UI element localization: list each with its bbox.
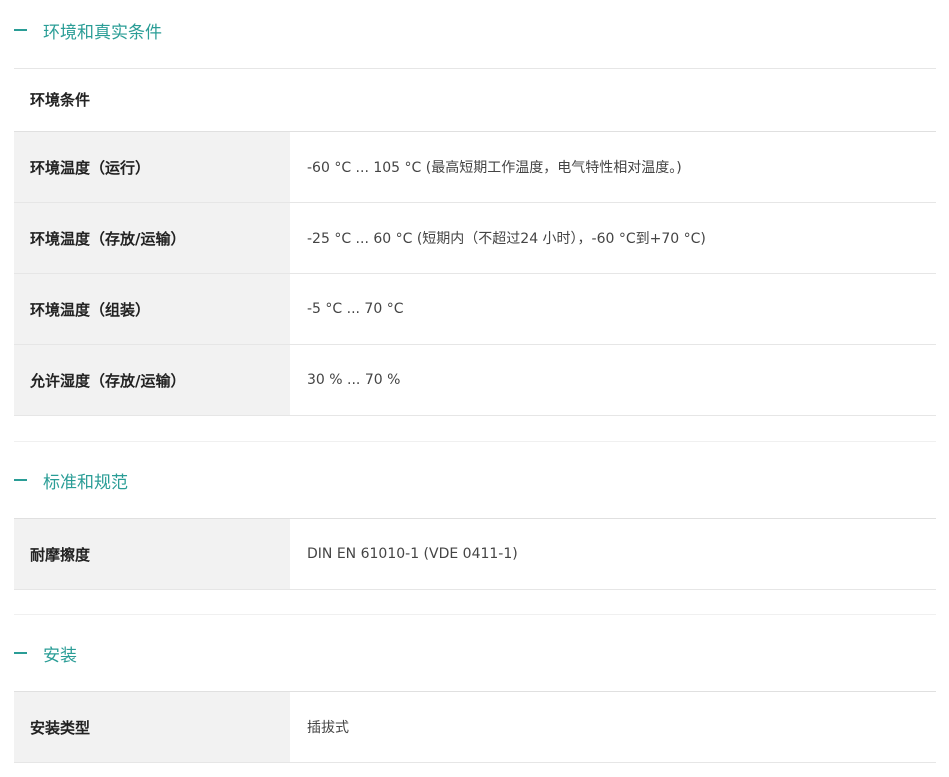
group-title-environment-conditions: 环境条件 [14, 68, 936, 130]
row-label: 环境温度（组装） [14, 274, 290, 344]
section-divider [14, 614, 936, 615]
row-value: -25 °C ... 60 °C (短期内（不超过24 小时），-60 °C到+… [307, 231, 706, 247]
row-label: 环境温度（运行） [14, 132, 290, 202]
table-row: 允许湿度（存放/运输） 30 % ... 70 % [14, 345, 936, 416]
section-title: 安装 [43, 645, 77, 666]
collapse-minus-icon[interactable] [14, 29, 27, 31]
collapse-minus-icon[interactable] [14, 479, 27, 481]
table-row: 耐摩擦度 DIN EN 61010-1 (VDE 0411-1) [14, 519, 936, 590]
row-value: 插拔式 [307, 720, 349, 736]
table-row: 环境温度（运行） -60 °C ... 105 °C (最高短期工作温度，电气特… [14, 132, 936, 203]
spec-table-installation: 安装类型 插拔式 [14, 691, 936, 763]
section-title: 环境和真实条件 [43, 22, 162, 43]
row-label: 安装类型 [14, 692, 290, 762]
row-value: DIN EN 61010-1 (VDE 0411-1) [307, 546, 518, 562]
collapse-minus-icon[interactable] [14, 652, 27, 654]
section-header-installation[interactable]: 安装 [14, 638, 936, 668]
row-value: 30 % ... 70 % [307, 372, 401, 388]
section-title: 标准和规范 [43, 472, 128, 493]
group-title-label: 环境条件 [30, 91, 91, 109]
table-row: 环境温度（组装） -5 °C ... 70 °C [14, 274, 936, 345]
row-value: -5 °C ... 70 °C [307, 301, 404, 317]
spec-table-standards: 耐摩擦度 DIN EN 61010-1 (VDE 0411-1) [14, 518, 936, 590]
row-label: 环境温度（存放/运输） [14, 203, 290, 273]
spec-table-environment: 环境温度（运行） -60 °C ... 105 °C (最高短期工作温度，电气特… [14, 131, 936, 416]
section-divider [14, 441, 936, 442]
table-row: 环境温度（存放/运输） -25 °C ... 60 °C (短期内（不超过24 … [14, 203, 936, 274]
section-header-standards[interactable]: 标准和规范 [14, 465, 936, 495]
table-row: 安装类型 插拔式 [14, 692, 936, 763]
section-header-environment[interactable]: 环境和真实条件 [14, 15, 936, 45]
row-label: 耐摩擦度 [14, 519, 290, 589]
row-value: -60 °C ... 105 °C (最高短期工作温度，电气特性相对温度。) [307, 160, 682, 176]
row-label: 允许湿度（存放/运输） [14, 345, 290, 415]
